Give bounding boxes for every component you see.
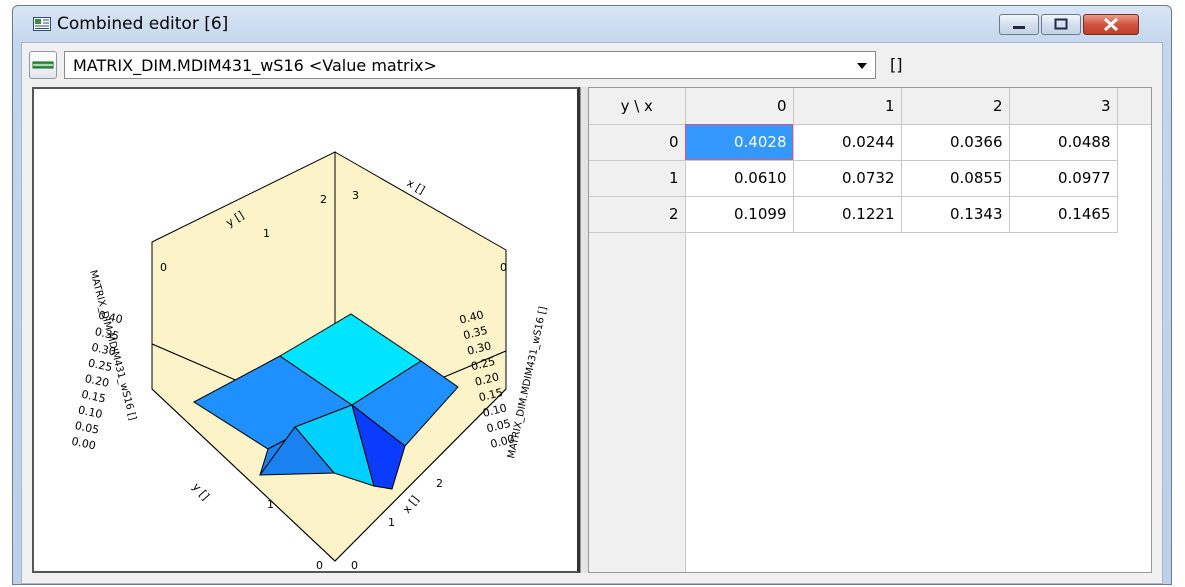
- surface-plot[interactable]: 0.40 0.35 0.30 0.25 0.20 0.15 0.10 0.05 …: [34, 89, 577, 571]
- row-header-1[interactable]: 1: [589, 160, 686, 197]
- panel-splitter[interactable]: [580, 87, 588, 573]
- unit-label: []: [890, 55, 903, 74]
- minimize-button[interactable]: [999, 14, 1039, 35]
- z-axis-label-right: MATRIX_DIM.MDIM431_wS16 []: [506, 305, 549, 459]
- x-tick-label: 0: [160, 261, 167, 274]
- column-header-filler: [1117, 88, 1151, 125]
- value-matrix-table: y \ x 0 1 2 3 0 0.4028 0.0244 0.0366 0.0…: [589, 88, 1118, 233]
- z-tick-label: 0.05: [74, 419, 101, 437]
- grid-cell[interactable]: 0.0977: [1009, 160, 1118, 197]
- z-tick-label: 0.15: [80, 388, 107, 406]
- z-axis-ticks-left: 0.40 0.35 0.30 0.25 0.20 0.15 0.10 0.05 …: [70, 308, 123, 452]
- column-header-0[interactable]: 0: [685, 88, 794, 125]
- corner-header: y \ x: [589, 88, 686, 125]
- title-bar[interactable]: Combined editor [6]: [13, 6, 1171, 42]
- close-icon: [1103, 17, 1119, 32]
- y-tick-label: 0: [316, 559, 323, 571]
- y-axis-label-front: y []: [190, 480, 212, 503]
- editor-client-area: MATRIX_DIM.MDIM431_wS16 <Value matrix> […: [21, 42, 1163, 584]
- grid-cell[interactable]: 0.1465: [1009, 196, 1118, 233]
- row-header-0[interactable]: 0: [589, 124, 686, 161]
- y-tick-label: 1: [267, 498, 274, 511]
- grid-cell[interactable]: 0.1343: [901, 196, 1010, 233]
- z-tick-label: 0.25: [87, 356, 114, 374]
- dimension-icon: [32, 61, 54, 69]
- table-row: 1 0.0610 0.0732 0.0855 0.0977: [589, 160, 1118, 197]
- column-header-1[interactable]: 1: [793, 88, 902, 125]
- combined-editor-window: Combined editor [6] MATRIX_DIM.MDIM431_w…: [12, 5, 1172, 585]
- row-header-filler: [589, 232, 686, 572]
- y-tick-label: 0: [500, 261, 507, 274]
- variable-selector-dropdown[interactable]: MATRIX_DIM.MDIM431_wS16 <Value matrix>: [64, 51, 876, 79]
- y-tick-label: 1: [263, 227, 270, 240]
- table-row: 2 0.1099 0.1221 0.1343 0.1465: [589, 196, 1118, 233]
- grid-cell[interactable]: 0.0610: [685, 160, 794, 197]
- grid-cell[interactable]: 0.0244: [793, 124, 902, 161]
- grid-cell[interactable]: 0.1221: [793, 196, 902, 233]
- z-tick-label: 0.00: [70, 435, 97, 453]
- maximize-button[interactable]: [1041, 14, 1081, 35]
- editor-window-icon: [33, 17, 51, 31]
- z-tick-label: 0.20: [84, 372, 111, 390]
- close-button[interactable]: [1083, 14, 1139, 35]
- grid-cell[interactable]: 0.0366: [901, 124, 1010, 161]
- row-header-2[interactable]: 2: [589, 196, 686, 233]
- column-header-row: y \ x 0 1 2 3: [589, 88, 1118, 125]
- z-tick-label: 0.10: [77, 403, 104, 421]
- window-title: Combined editor [6]: [57, 14, 229, 34]
- table-row: 0 0.4028 0.0244 0.0366 0.0488: [589, 124, 1118, 161]
- grid-cell[interactable]: 0.0488: [1009, 124, 1118, 161]
- x-tick-label: 0: [351, 559, 358, 571]
- value-grid-panel[interactable]: y \ x 0 1 2 3 0 0.4028 0.0244 0.0366 0.0…: [588, 87, 1152, 573]
- y-tick-label: 2: [320, 193, 327, 206]
- x-tick-label: 1: [388, 516, 395, 529]
- x-axis-label-front: x []: [400, 493, 422, 516]
- view-toggle-button[interactable]: [29, 51, 57, 79]
- column-header-3[interactable]: 3: [1009, 88, 1118, 125]
- grid-cell[interactable]: 0.0855: [901, 160, 1010, 197]
- grid-cell[interactable]: 0.1099: [685, 196, 794, 233]
- grid-cell[interactable]: 0.0732: [793, 160, 902, 197]
- maximize-icon: [1054, 18, 1068, 30]
- minimize-icon: [1013, 26, 1025, 29]
- chevron-down-icon[interactable]: [857, 63, 867, 69]
- x-tick-label: 2: [436, 477, 443, 490]
- column-header-2[interactable]: 2: [901, 88, 1010, 125]
- x-tick-label: 3: [352, 189, 359, 202]
- variable-selector-value: MATRIX_DIM.MDIM431_wS16 <Value matrix>: [73, 56, 437, 75]
- grid-cell[interactable]: 0.4028: [685, 124, 794, 161]
- surface-plot-panel[interactable]: 0.40 0.35 0.30 0.25 0.20 0.15 0.10 0.05 …: [32, 87, 580, 573]
